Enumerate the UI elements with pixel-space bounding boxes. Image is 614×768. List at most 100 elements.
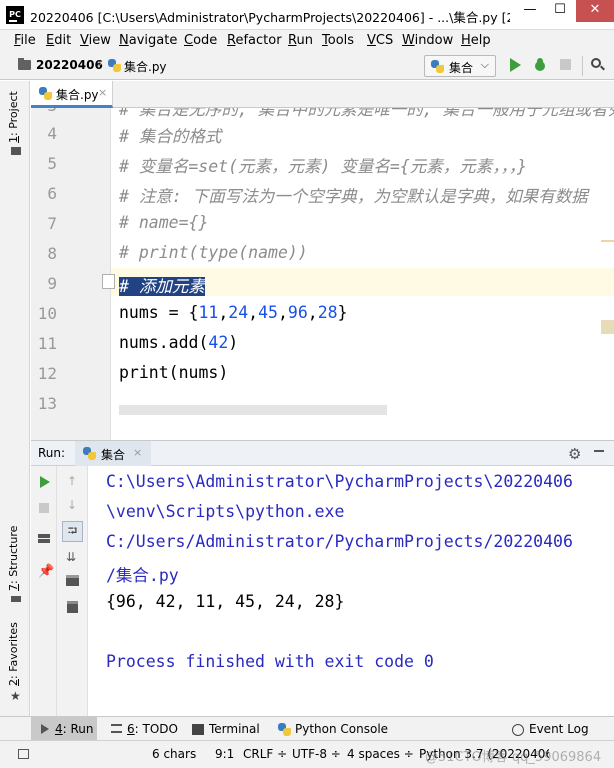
menu-help[interactable]: Help xyxy=(461,33,491,48)
maximize-button[interactable]: ☐ xyxy=(546,0,574,22)
console-line: \venv\Scripts\python.exe xyxy=(106,502,345,521)
debug-bug-icon[interactable] xyxy=(532,57,548,73)
horizontal-scrollbar[interactable] xyxy=(119,405,387,415)
python-file-icon xyxy=(108,59,121,72)
code-line: nums = {11,24,45,96,28} xyxy=(119,303,348,322)
watermark: @51CTO博客 qq_59069864 xyxy=(425,750,602,765)
arrow-up-icon[interactable]: ↑ xyxy=(67,474,77,488)
structure-icon xyxy=(11,596,21,602)
line-number: 8 xyxy=(47,244,57,263)
breadcrumb-project[interactable]: 20220406 xyxy=(36,58,103,72)
trash-icon[interactable] xyxy=(67,601,78,613)
code-line-selected: # 添加元素 xyxy=(119,273,205,297)
menu-file[interactable]: File xyxy=(14,33,36,48)
code-editor[interactable]: 3 4 5 6 7 8 9 10 11 12 13 # 集合是无序的, 集合中的… xyxy=(31,108,614,440)
folder-icon xyxy=(18,58,31,70)
line-number: 3 xyxy=(31,108,57,115)
line-number: 7 xyxy=(47,214,57,233)
status-encoding[interactable]: UTF-8 ÷ xyxy=(292,747,341,761)
close-icon[interactable]: × xyxy=(98,86,107,99)
print-icon[interactable] xyxy=(66,575,79,586)
code-line: nums.add(42) xyxy=(119,333,239,352)
python-file-icon xyxy=(39,87,52,100)
bottom-tab-todo[interactable]: 6: TODO xyxy=(127,722,178,736)
menu-tools[interactable]: Tools xyxy=(322,33,354,48)
run-configuration-label: 集合 xyxy=(449,61,474,75)
code-line: # 集合的格式 xyxy=(119,127,222,146)
editor-tab-bar: 集合.py × xyxy=(31,81,614,108)
close-icon[interactable]: × xyxy=(133,446,142,459)
toggle-tool-windows-icon[interactable] xyxy=(18,749,29,759)
line-number: 4 xyxy=(47,124,57,143)
structure-tool-tab[interactable]: 7: Structure xyxy=(7,526,20,591)
window-title: 20220406 [C:\Users\Administrator\Pycharm… xyxy=(30,10,510,25)
run-tab[interactable]: 集合 × xyxy=(75,441,151,466)
python-icon xyxy=(431,60,444,73)
warning-stripe[interactable] xyxy=(601,240,614,242)
terminal-icon xyxy=(192,724,204,735)
chevron-down-icon: ⌵ xyxy=(480,58,489,71)
minimize-panel-icon[interactable] xyxy=(594,450,604,452)
soft-wrap-icon[interactable]: ⮒ xyxy=(62,521,83,542)
bottom-tab-python-console[interactable]: Python Console xyxy=(295,722,388,736)
run-console-output[interactable]: C:\Users\Administrator\PycharmProjects\2… xyxy=(88,466,614,716)
status-indent[interactable]: 4 spaces ÷ xyxy=(347,747,414,761)
gear-icon[interactable]: ⚙ xyxy=(568,445,581,463)
minimize-button[interactable]: — xyxy=(516,0,544,22)
breadcrumb-separator: › xyxy=(97,56,103,72)
search-icon[interactable] xyxy=(590,57,606,73)
rerun-icon[interactable] xyxy=(40,476,50,488)
python-console-icon xyxy=(278,723,291,736)
code-line: print(nums) xyxy=(119,363,229,382)
arrow-down-icon[interactable]: ↓ xyxy=(67,498,77,512)
warning-stripe[interactable] xyxy=(601,320,614,334)
menu-edit[interactable]: Edit xyxy=(46,33,71,48)
title-bar: PC 20220406 [C:\Users\Administrator\Pych… xyxy=(0,0,614,30)
star-icon: ★ xyxy=(10,689,21,703)
tab-file[interactable]: 集合.py × xyxy=(31,81,113,108)
menu-code[interactable]: Code xyxy=(184,33,217,48)
menu-bar: File Edit View Navigate Code Refactor Ru… xyxy=(0,30,614,52)
event-log-icon xyxy=(512,724,524,736)
project-tool-tab[interactable]: 1: Project xyxy=(7,91,20,143)
run-button[interactable] xyxy=(508,57,522,73)
line-number: 11 xyxy=(37,334,57,353)
status-line-separator[interactable]: CRLF ÷ xyxy=(243,747,287,761)
line-number: 13 xyxy=(37,394,57,413)
status-bar: 6 chars 9:1 CRLF ÷ UTF-8 ÷ 4 spaces ÷ Py… xyxy=(0,740,614,768)
code-line: # 集合是无序的, 集合中的元素是唯一的, 集合一般用于元组或者列表中 xyxy=(119,108,614,119)
run-icon xyxy=(41,724,49,734)
project-folder-icon xyxy=(11,147,21,155)
run-configuration-select[interactable]: 集合 ⌵ xyxy=(424,55,496,77)
console-line: C:/Users/Administrator/PycharmProjects/2… xyxy=(106,532,573,551)
console-line: /集合.py xyxy=(106,566,179,585)
console-line: C:\Users\Administrator\PycharmProjects\2… xyxy=(106,472,573,491)
line-number-gutter: 3 4 5 6 7 8 9 10 11 12 13 xyxy=(31,108,111,440)
run-panel-header: Run: 集合 × ⚙ xyxy=(31,440,614,466)
pin-icon[interactable]: 📌 xyxy=(38,564,54,579)
breadcrumb-file[interactable]: 集合.py xyxy=(124,58,167,75)
menu-navigate[interactable]: Navigate xyxy=(119,33,177,48)
fold-marker-icon[interactable] xyxy=(102,274,115,289)
scroll-to-end-icon[interactable]: ⇊ xyxy=(66,550,76,564)
stop-icon[interactable] xyxy=(39,503,49,513)
bottom-tab-event-log[interactable]: Event Log xyxy=(529,722,589,736)
bottom-tab-run[interactable]: 4: Run xyxy=(55,722,94,736)
bottom-tab-terminal[interactable]: Terminal xyxy=(209,722,260,736)
favorites-tool-tab[interactable]: 2: Favorites xyxy=(7,622,20,686)
line-number: 12 xyxy=(37,364,57,383)
close-button[interactable]: ✕ xyxy=(576,0,614,22)
menu-view[interactable]: View xyxy=(80,33,111,48)
bottom-tool-bar: 4: Run 6: TODO Terminal Python Console E… xyxy=(0,716,614,741)
menu-run[interactable]: Run xyxy=(288,33,313,48)
menu-refactor[interactable]: Refactor xyxy=(227,33,282,48)
run-toolbar-primary: 📌 xyxy=(31,466,57,716)
status-caret-position[interactable]: 9:1 xyxy=(215,747,234,761)
toolbar-divider xyxy=(582,56,583,76)
left-tool-stripe: 1: Project 7: Structure 2: Favorites ★ xyxy=(0,81,30,738)
menu-vcs[interactable]: VCS xyxy=(367,33,393,48)
console-line: {96, 42, 11, 45, 24, 28} xyxy=(106,592,345,611)
stop-button[interactable] xyxy=(560,59,571,70)
menu-window[interactable]: Window xyxy=(402,33,453,48)
layout-icon[interactable] xyxy=(38,534,50,543)
